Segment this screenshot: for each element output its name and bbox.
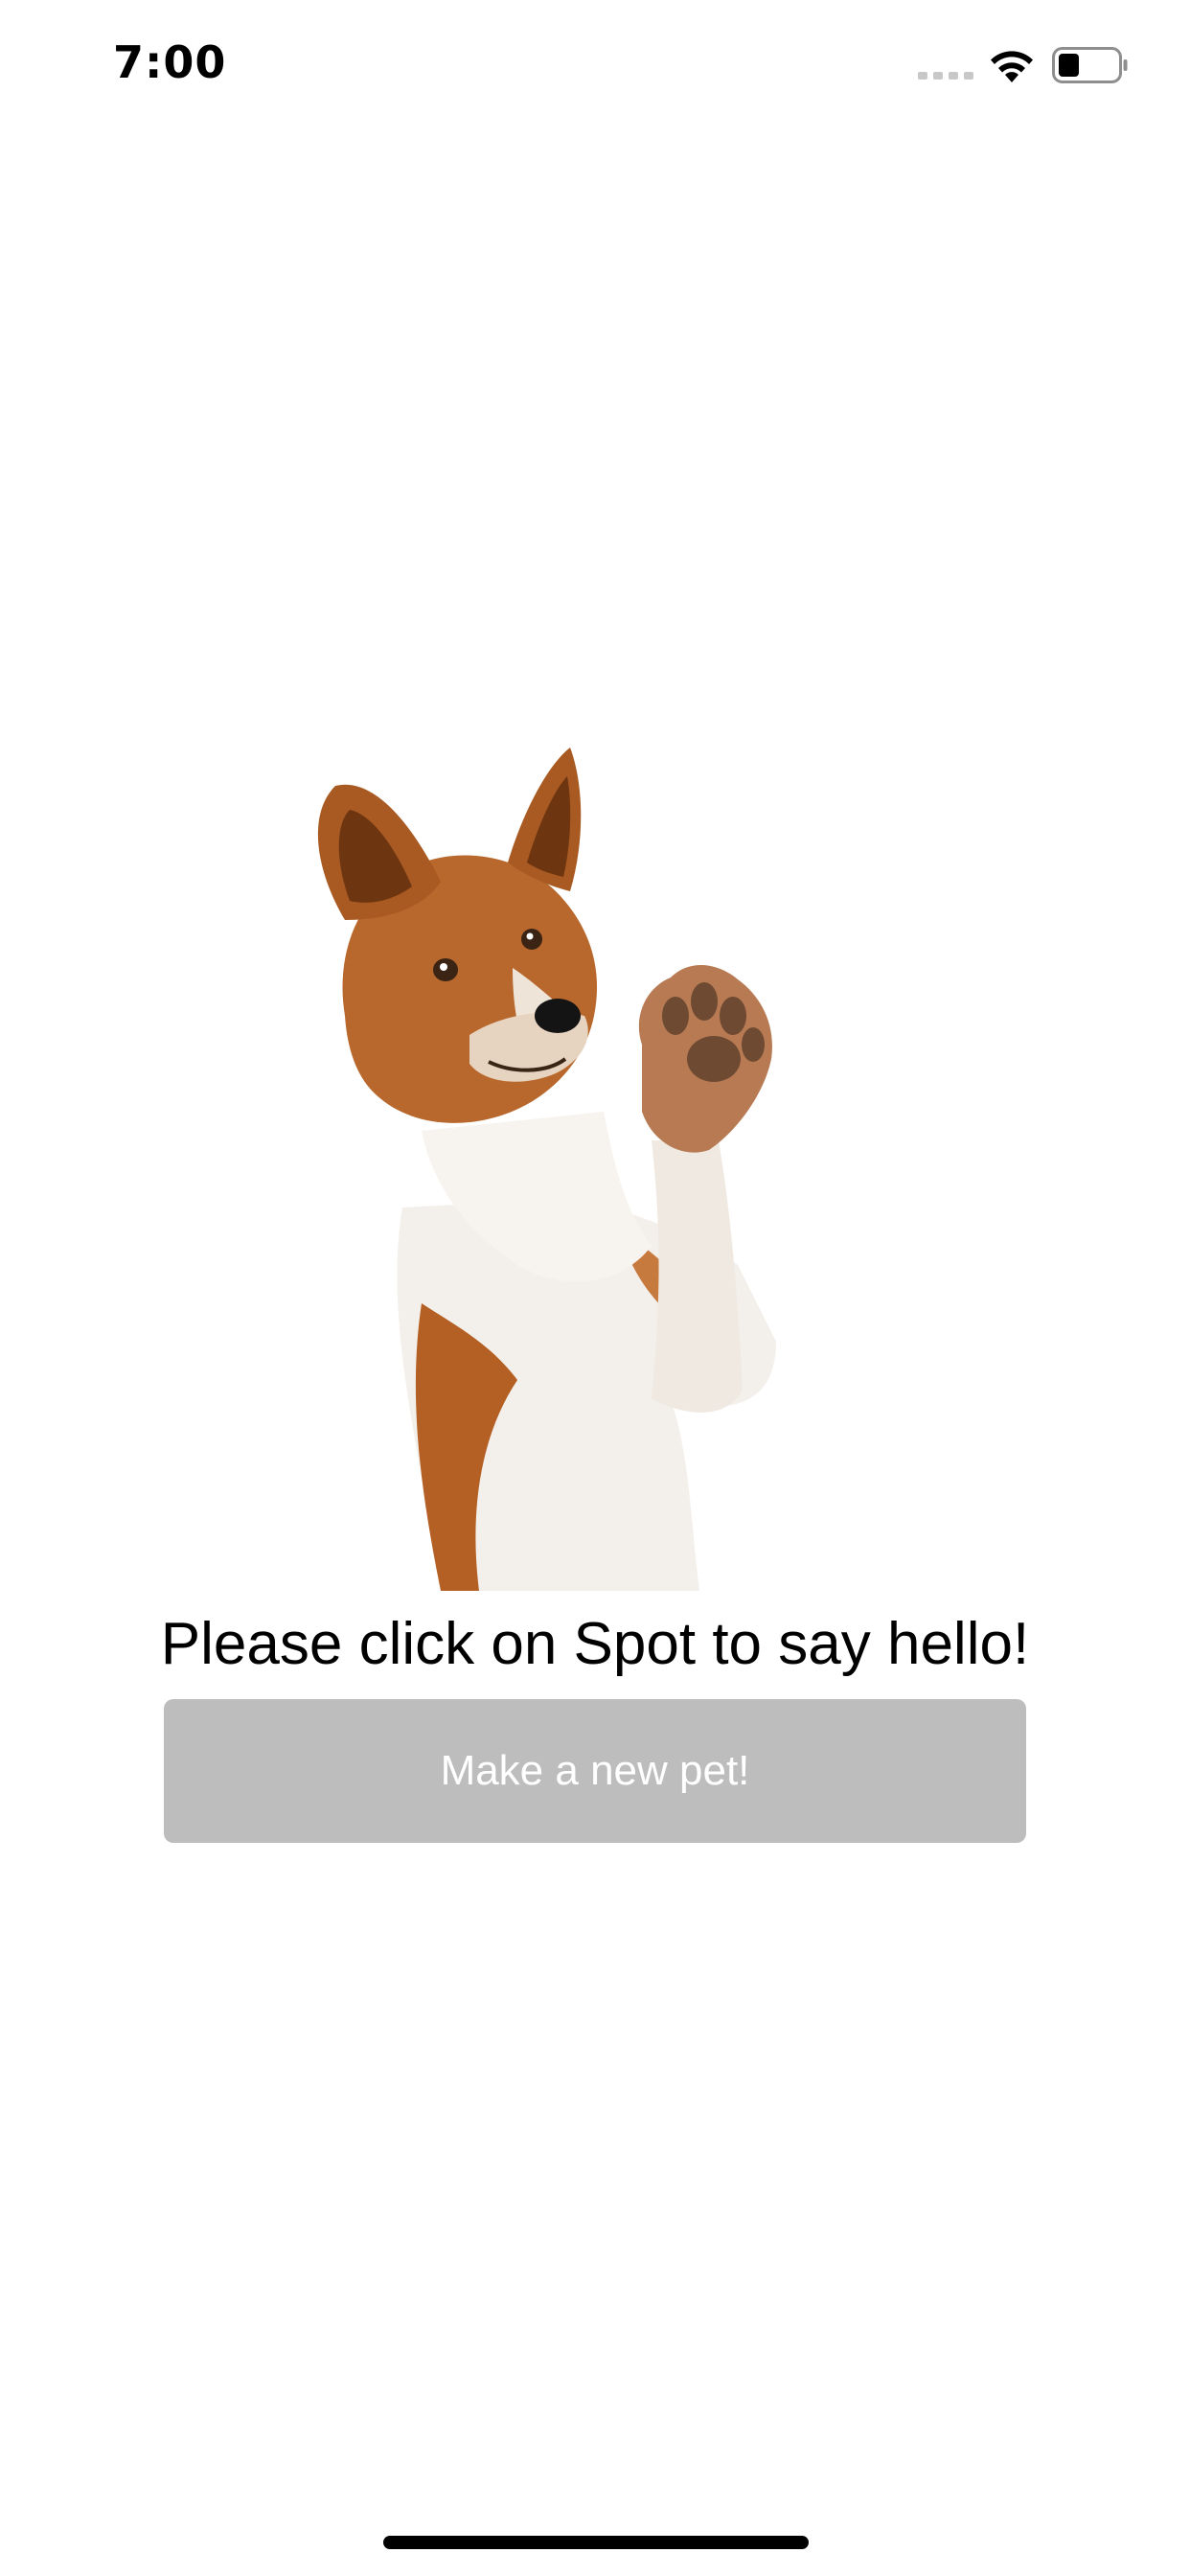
home-indicator[interactable] [383,2536,809,2549]
battery-fill [1059,54,1079,77]
battery-icon [1052,47,1128,83]
status-time: 7:00 [113,36,227,88]
dog-waving-paw-image[interactable] [240,728,929,1591]
signal-icon [918,72,973,80]
make-new-pet-button[interactable]: Make a new pet! [164,1699,1026,1843]
status-bar: 7:00 [0,0,1190,126]
wifi-icon [991,51,1033,82]
prompt-text: Please click on Spot to say hello! [160,1611,1030,1677]
